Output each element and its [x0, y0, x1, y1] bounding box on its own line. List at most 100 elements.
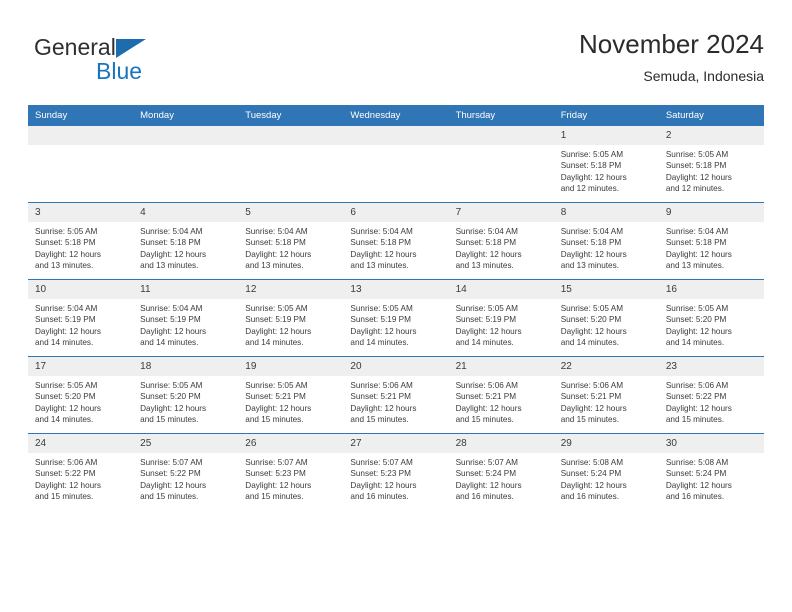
calendar-day-cell[interactable]: 16 Sunrise: 5:05 AM Sunset: 5:20 PM Dayligh…: [658, 279, 764, 357]
calendar-day-cell[interactable]: 14 Sunrise: 5:05 AM Sunset: 5:19 PM Dayligh…: [448, 279, 554, 357]
calendar-day-cell[interactable]: 5 Sunrise: 5:04 AM Sunset: 5:18 PM Daylight…: [238, 202, 344, 280]
day-number: 23: [658, 357, 764, 376]
calendar-day-cell[interactable]: 9 Sunrise: 5:04 AM Sunset: 5:18 PM Daylight…: [658, 202, 764, 280]
calendar-day-cell[interactable]: 11 Sunrise: 5:04 AM Sunset: 5:19 PM Dayligh…: [133, 279, 239, 357]
sunset-text: Sunset: 5:22 PM: [665, 392, 727, 402]
day-number: 29: [553, 434, 659, 453]
daylight-text-line1: Daylight: 12 hours: [560, 172, 627, 182]
daylight-text-line2: and 15 minutes.: [140, 492, 199, 502]
daylight-text-line1: Daylight: 12 hours: [665, 480, 732, 490]
sunset-text: Sunset: 5:18 PM: [350, 238, 411, 248]
day-number: 18: [133, 357, 239, 376]
sunrise-text: Sunrise: 5:08 AM: [665, 458, 729, 467]
daylight-text-line1: Daylight: 12 hours: [560, 326, 627, 336]
day-details: Sunrise: 5:07 AM Sunset: 5:23 PM Daylight:…: [238, 453, 343, 503]
daylight-text-line1: Daylight: 12 hours: [665, 249, 732, 259]
daylight-text-line1: Daylight: 12 hours: [350, 480, 417, 490]
sunset-text: Sunset: 5:19 PM: [350, 315, 411, 325]
calendar-week-row: 1 Sunrise: 5:05 AM Sunset: 5:18 PM Daylight…: [28, 126, 764, 203]
day-details: Sunrise: 5:05 AM Sunset: 5:20 PM Daylight:…: [133, 376, 238, 426]
calendar-day-cell[interactable]: 17 Sunrise: 5:05 AM Sunset: 5:20 PM Dayligh…: [28, 356, 134, 434]
day-number: 15: [553, 280, 659, 299]
calendar-day-cell[interactable]: 29 Sunrise: 5:08 AM Sunset: 5:24 PM Dayligh…: [553, 433, 659, 510]
sunrise-text: Sunrise: 5:05 AM: [140, 381, 203, 390]
daylight-text-line1: Daylight: 12 hours: [665, 172, 732, 182]
calendar-day-cell[interactable]: 7 Sunrise: 5:04 AM Sunset: 5:18 PM Daylight…: [448, 202, 554, 280]
calendar-day-cell[interactable]: 4 Sunrise: 5:04 AM Sunset: 5:18 PM Daylight…: [133, 202, 239, 280]
day-number: 7: [448, 203, 554, 222]
calendar-day-cell[interactable]: 28 Sunrise: 5:07 AM Sunset: 5:24 PM Dayligh…: [448, 433, 554, 510]
sunset-text: Sunset: 5:18 PM: [35, 238, 96, 248]
daylight-text-line2: and 16 minutes.: [560, 492, 619, 502]
daylight-text-line2: and 13 minutes.: [455, 261, 514, 271]
day-details: Sunrise: 5:04 AM Sunset: 5:18 PM Daylight:…: [449, 222, 554, 272]
daylight-text-line1: Daylight: 12 hours: [560, 480, 627, 490]
calendar-day-cell[interactable]: 12 Sunrise: 5:05 AM Sunset: 5:19 PM Dayligh…: [238, 279, 344, 357]
calendar-day-cell[interactable]: 6 Sunrise: 5:04 AM Sunset: 5:18 PM Daylight…: [343, 202, 449, 280]
calendar-day-cell[interactable]: 26 Sunrise: 5:07 AM Sunset: 5:23 PM Dayligh…: [238, 433, 344, 510]
calendar-day-cell[interactable]: 20 Sunrise: 5:06 AM Sunset: 5:21 PM Dayligh…: [343, 356, 449, 434]
calendar-day-cell[interactable]: 18 Sunrise: 5:05 AM Sunset: 5:20 PM Dayligh…: [133, 356, 239, 434]
calendar-day-cell[interactable]: 13 Sunrise: 5:05 AM Sunset: 5:19 PM Dayligh…: [343, 279, 449, 357]
calendar-day-cell[interactable]: 1 Sunrise: 5:05 AM Sunset: 5:18 PM Daylight…: [553, 126, 659, 203]
day-details: [238, 145, 343, 149]
sunset-text: Sunset: 5:19 PM: [455, 315, 517, 325]
sunset-text: Sunset: 5:24 PM: [560, 469, 622, 479]
day-details: Sunrise: 5:05 AM Sunset: 5:20 PM Daylight:…: [659, 299, 764, 349]
daylight-text-line2: and 14 minutes.: [35, 415, 94, 425]
daylight-text-line1: Daylight: 12 hours: [35, 403, 101, 413]
calendar-day-cell[interactable]: 23 Sunrise: 5:06 AM Sunset: 5:22 PM Dayligh…: [658, 356, 764, 434]
weekday-header-sunday: Sunday: [28, 105, 134, 126]
daylight-text-line2: and 15 minutes.: [665, 415, 725, 425]
calendar-day-cell[interactable]: 27 Sunrise: 5:07 AM Sunset: 5:23 PM Dayligh…: [343, 433, 449, 510]
sunrise-text: Sunrise: 5:06 AM: [35, 458, 98, 467]
day-details: Sunrise: 5:05 AM Sunset: 5:18 PM Daylight:…: [28, 222, 133, 272]
calendar-day-cell[interactable]: 10 Sunrise: 5:04 AM Sunset: 5:19 PM Dayligh…: [28, 279, 134, 357]
calendar-day-cell[interactable]: 24 Sunrise: 5:06 AM Sunset: 5:22 PM Dayligh…: [28, 433, 134, 510]
day-details: Sunrise: 5:04 AM Sunset: 5:18 PM Daylight:…: [238, 222, 343, 272]
day-details: Sunrise: 5:05 AM Sunset: 5:19 PM Daylight:…: [238, 299, 343, 349]
sunset-text: Sunset: 5:20 PM: [560, 315, 622, 325]
calendar-day-cell[interactable]: 22 Sunrise: 5:06 AM Sunset: 5:21 PM Dayligh…: [553, 356, 659, 434]
daylight-text-line2: and 13 minutes.: [350, 261, 409, 271]
sunrise-text: Sunrise: 5:05 AM: [35, 381, 98, 390]
day-details: Sunrise: 5:05 AM Sunset: 5:19 PM Daylight:…: [343, 299, 448, 349]
sunset-text: Sunset: 5:18 PM: [665, 238, 727, 248]
day-details: Sunrise: 5:04 AM Sunset: 5:18 PM Daylight:…: [554, 222, 659, 272]
daylight-text-line1: Daylight: 12 hours: [350, 326, 417, 336]
daylight-text-line1: Daylight: 12 hours: [245, 480, 312, 490]
daylight-text-line2: and 15 minutes.: [35, 492, 94, 502]
day-number: 6: [343, 203, 449, 222]
calendar-day-cell[interactable]: 2 Sunrise: 5:05 AM Sunset: 5:18 PM Daylight…: [658, 126, 764, 203]
day-number: 2: [658, 126, 764, 145]
sunrise-text: Sunrise: 5:07 AM: [140, 458, 203, 467]
weekday-header-friday: Friday: [553, 105, 659, 126]
calendar-week-row: 17 Sunrise: 5:05 AM Sunset: 5:20 PM Dayligh…: [28, 356, 764, 434]
calendar-day-cell[interactable]: 8 Sunrise: 5:04 AM Sunset: 5:18 PM Daylight…: [553, 202, 659, 280]
daylight-text-line1: Daylight: 12 hours: [245, 249, 312, 259]
calendar-day-cell[interactable]: 3 Sunrise: 5:05 AM Sunset: 5:18 PM Daylight…: [28, 202, 134, 280]
day-details: Sunrise: 5:06 AM Sunset: 5:22 PM Daylight:…: [659, 376, 764, 426]
day-details: [343, 145, 448, 149]
daylight-text-line2: and 14 minutes.: [455, 338, 514, 348]
calendar-day-cell[interactable]: 25 Sunrise: 5:07 AM Sunset: 5:22 PM Dayligh…: [133, 433, 239, 510]
day-number: 14: [448, 280, 554, 299]
day-number: 24: [28, 434, 134, 453]
calendar-day-cell-empty: [28, 126, 134, 203]
calendar-day-cell[interactable]: 19 Sunrise: 5:05 AM Sunset: 5:21 PM Dayligh…: [238, 356, 344, 434]
day-details: Sunrise: 5:07 AM Sunset: 5:22 PM Daylight:…: [133, 453, 238, 503]
day-number: 26: [238, 434, 344, 453]
day-number: 3: [28, 203, 134, 222]
sunrise-text: Sunrise: 5:06 AM: [350, 381, 413, 390]
day-details: Sunrise: 5:06 AM Sunset: 5:21 PM Daylight:…: [449, 376, 554, 426]
general-blue-logo[interactable]: General Blue: [34, 34, 214, 90]
daylight-text-line1: Daylight: 12 hours: [455, 326, 522, 336]
day-details: Sunrise: 5:05 AM Sunset: 5:19 PM Daylight:…: [449, 299, 554, 349]
triangle-icon: [116, 39, 146, 58]
calendar-day-cell[interactable]: 21 Sunrise: 5:06 AM Sunset: 5:21 PM Dayligh…: [448, 356, 554, 434]
day-details: [133, 145, 238, 149]
calendar-day-cell[interactable]: 15 Sunrise: 5:05 AM Sunset: 5:20 PM Dayligh…: [553, 279, 659, 357]
calendar-page: General Blue November 2024 Semuda, Indon…: [0, 0, 792, 612]
calendar-week-row: 24 Sunrise: 5:06 AM Sunset: 5:22 PM Dayligh…: [28, 433, 764, 510]
calendar-day-cell[interactable]: 30 Sunrise: 5:08 AM Sunset: 5:24 PM Dayligh…: [658, 433, 764, 510]
